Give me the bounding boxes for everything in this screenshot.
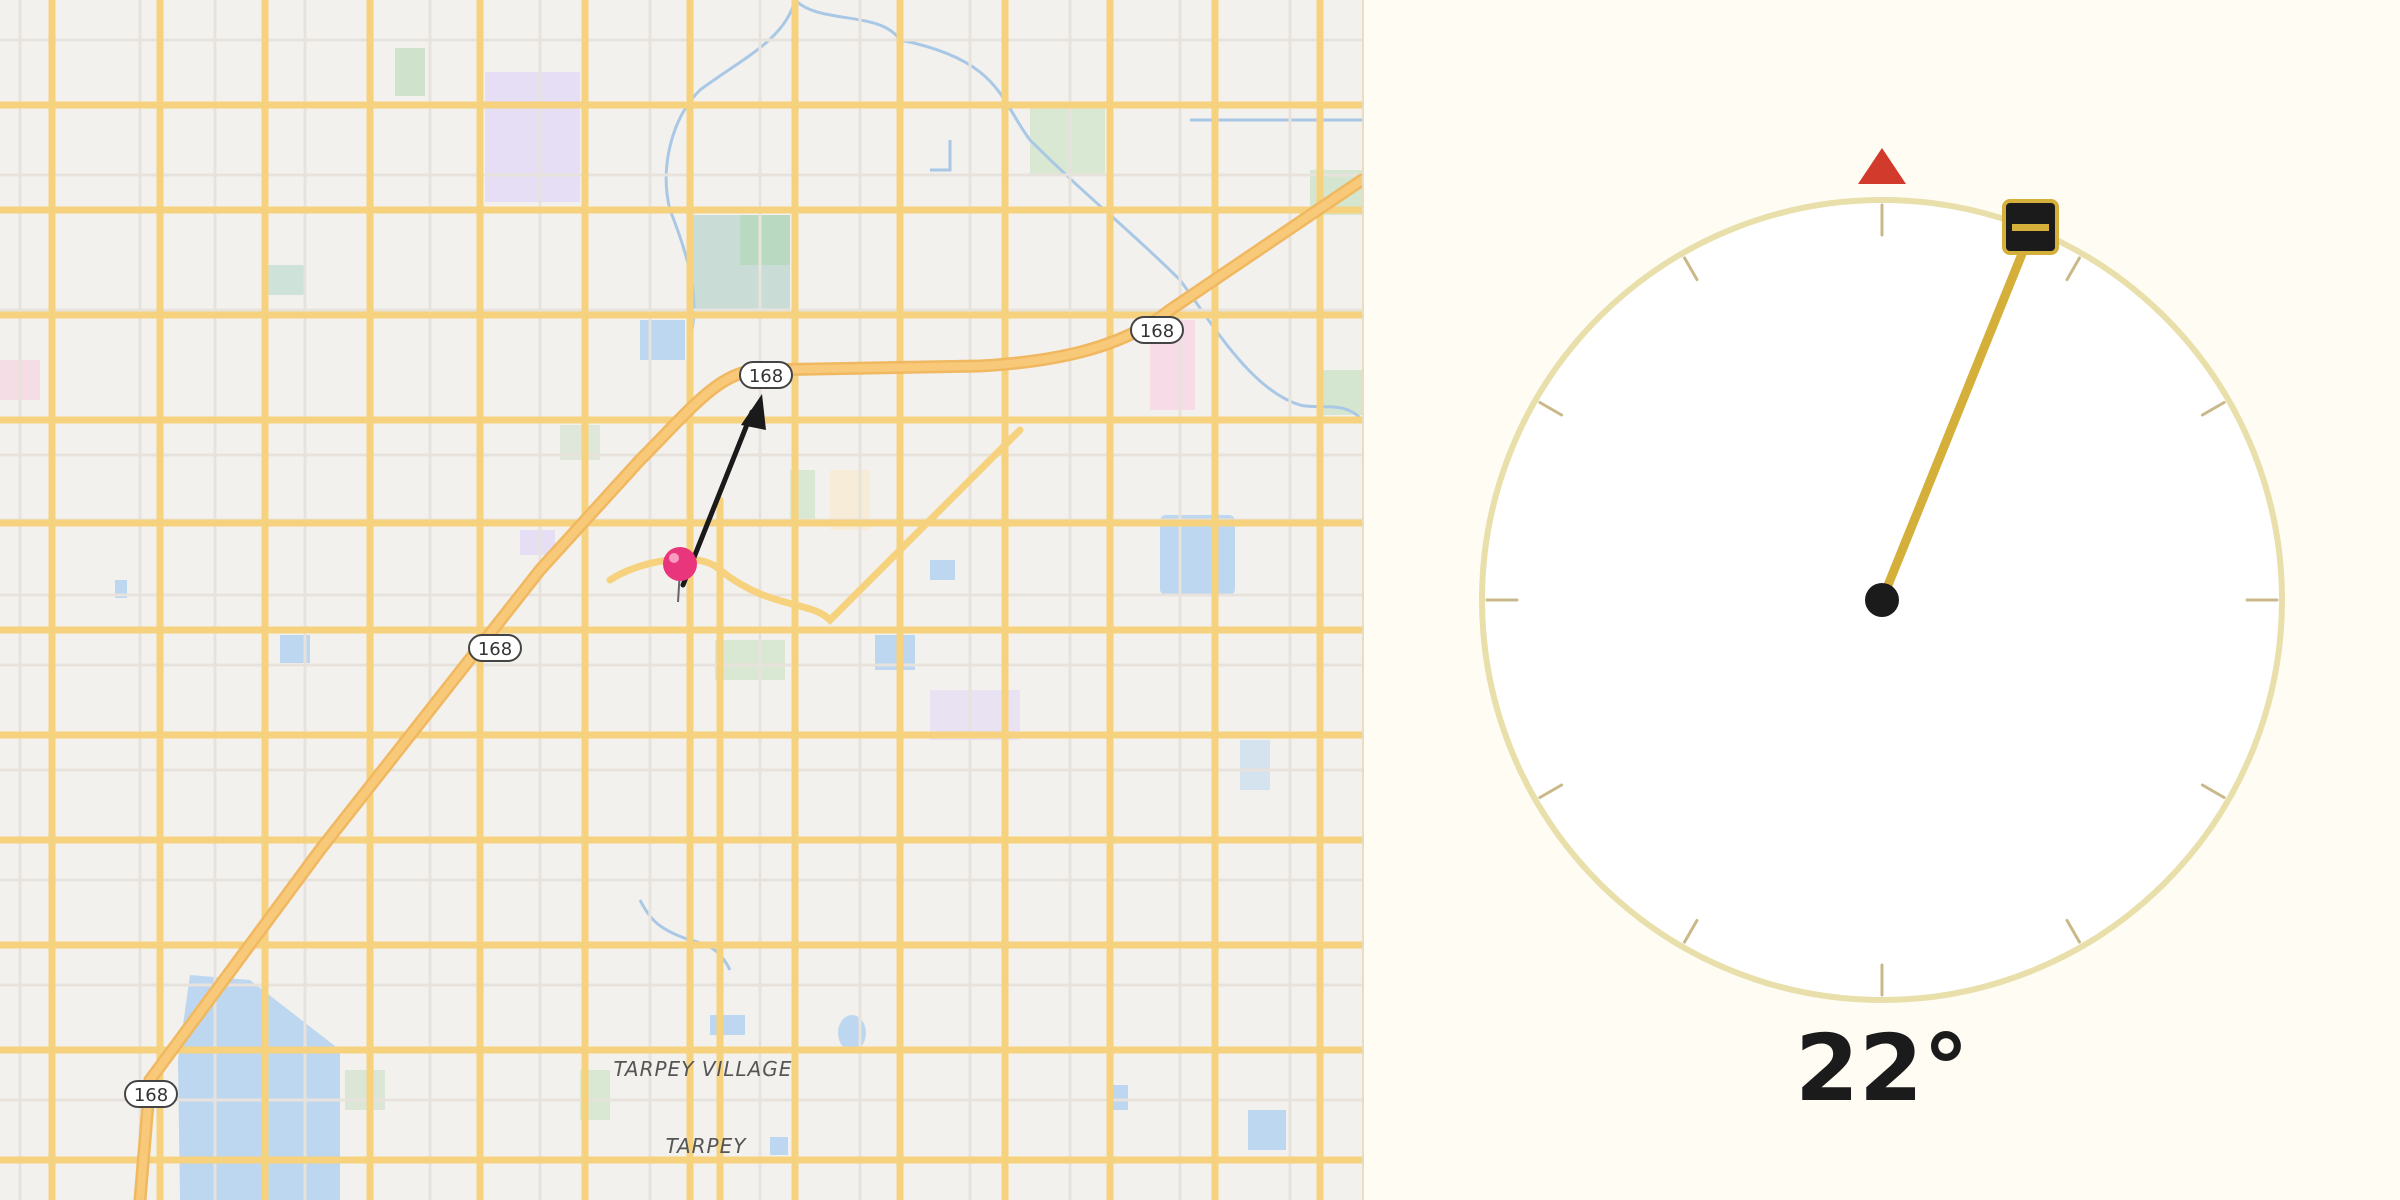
place-label-tarpey-village: TARPEY VILLAGE: [614, 1057, 793, 1081]
route-shield-label: 168: [478, 639, 512, 660]
route-shield-2: 168: [1130, 316, 1184, 344]
map-canvas[interactable]: 168 168 168 168 TARPEY VILLAGE TARPEY: [0, 0, 1362, 1200]
place-label-tarpey: TARPEY: [666, 1134, 748, 1158]
north-marker-icon: [1858, 148, 1906, 184]
needle-drag-handle[interactable]: [2002, 199, 2059, 255]
app-root: 168 168 168 168 TARPEY VILLAGE TARPEY 22…: [0, 0, 2400, 1200]
route-shield-label: 168: [134, 1085, 168, 1106]
route-shield-3: 168: [468, 634, 522, 662]
map-panel[interactable]: 168 168 168 168 TARPEY VILLAGE TARPEY: [0, 0, 1364, 1200]
route-shield-1: 168: [739, 361, 793, 389]
dial-center-hub: [1865, 583, 1899, 617]
route-shield-label: 168: [749, 366, 783, 387]
route-shield-label: 168: [1140, 321, 1174, 342]
heading-readout: 22°: [1794, 1015, 1970, 1122]
route-shield-4: 168: [124, 1080, 178, 1108]
